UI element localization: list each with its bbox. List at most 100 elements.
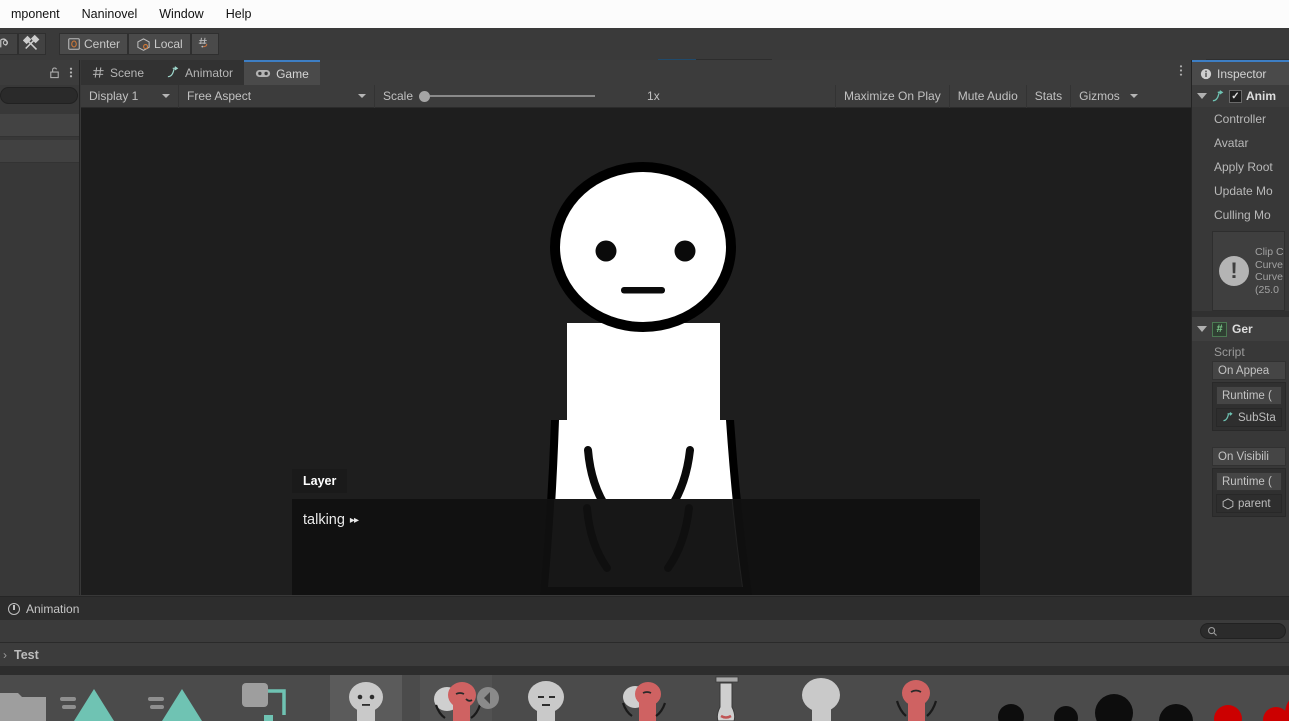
asset-char-red-3[interactable] xyxy=(880,675,952,721)
animation-panel: Animation › Test xyxy=(0,596,1289,667)
chevron-down-icon xyxy=(358,94,366,98)
foldout-triangle-icon[interactable] xyxy=(1197,93,1207,99)
warning-line-3: Curve xyxy=(1255,271,1284,283)
inspector-field-culling-mode[interactable]: Culling Mo xyxy=(1192,203,1289,227)
tab-game[interactable]: Game xyxy=(244,60,320,85)
chevron-down-icon[interactable] xyxy=(1129,94,1138,98)
asset-prefab-2[interactable] xyxy=(148,675,220,721)
maximize-on-play-button[interactable]: Maximize On Play xyxy=(836,84,950,108)
animator-icon xyxy=(1212,89,1224,101)
grid-snap-icon[interactable] xyxy=(190,33,219,55)
inspector-object-header[interactable]: ✓ Anim xyxy=(1192,85,1289,107)
pivot-rotation-button[interactable]: Local xyxy=(128,33,191,55)
scale-slider[interactable] xyxy=(419,90,596,102)
inspector-field-update-mode[interactable]: Update Mo xyxy=(1192,179,1289,203)
asset-char-red-1[interactable] xyxy=(420,675,499,721)
menu-item-window[interactable]: Window xyxy=(148,7,214,21)
event-on-visibility-title[interactable]: On Visibili xyxy=(1212,447,1286,466)
menu-item-help[interactable]: Help xyxy=(215,7,263,21)
more-options-icon[interactable] xyxy=(69,66,73,79)
menu-bar: mponent Naninovel Window Help xyxy=(0,0,1289,28)
chevron-right-icon[interactable]: › xyxy=(3,648,7,662)
hand-tool-icon[interactable] xyxy=(0,33,18,55)
asset-layout[interactable] xyxy=(236,675,308,721)
search-icon xyxy=(1208,626,1217,636)
asset-dot-red-3[interactable] xyxy=(1276,675,1289,721)
asset-char-plain[interactable] xyxy=(330,675,402,721)
scale-slider-knob[interactable] xyxy=(419,90,431,102)
stats-label: Stats xyxy=(1034,89,1063,103)
hierarchy-row-1[interactable] xyxy=(0,114,79,137)
inspector-field-controller[interactable]: Controller xyxy=(1192,107,1289,131)
game-panel-more-options-icon[interactable] xyxy=(1179,64,1183,77)
tab-scene[interactable]: Scene xyxy=(81,60,156,85)
tab-game-label: Game xyxy=(276,66,309,81)
hierarchy-search-input[interactable] xyxy=(0,87,78,104)
event-on-visibility-runtime[interactable]: Runtime ( xyxy=(1216,472,1282,491)
event-on-appear-target[interactable]: SubSta xyxy=(1216,408,1282,427)
fast-forward-icon: ▸▸ xyxy=(349,514,359,526)
pivot-mode-button[interactable]: Center xyxy=(59,33,129,55)
tab-animation[interactable]: Animation xyxy=(0,597,1289,620)
animation-search-input[interactable] xyxy=(1200,623,1286,639)
inspector-script-label: Script xyxy=(1214,345,1245,359)
hierarchy-header xyxy=(0,60,79,85)
info-icon xyxy=(1200,68,1212,79)
asset-strip[interactable] xyxy=(0,666,1289,721)
asset-char-red-2[interactable] xyxy=(605,675,677,721)
mute-audio-button[interactable]: Mute Audio xyxy=(950,84,1027,108)
asset-strip-row xyxy=(0,675,1289,721)
scale-slider-track xyxy=(430,95,596,97)
display-dropdown[interactable]: Display 1 xyxy=(81,84,179,108)
warning-line-1: Clip C xyxy=(1255,246,1284,258)
maximize-on-play-label: Maximize On Play xyxy=(844,89,941,103)
clock-icon xyxy=(8,602,20,615)
scale-slider-group[interactable]: Scale 1x xyxy=(375,84,836,108)
inspector-warning-box: ! Clip C Curve Curve (25.0 xyxy=(1212,231,1285,311)
inspector-panel: Inspector ✓ Anim Controller Avatar Apply… xyxy=(1191,60,1289,595)
event-on-appear-runtime[interactable]: Runtime ( xyxy=(1216,386,1282,405)
asset-char-slim[interactable] xyxy=(690,675,762,721)
aspect-dropdown-label: Free Aspect xyxy=(187,89,252,103)
component-enabled-checkbox[interactable]: ✓ xyxy=(1229,89,1242,103)
animation-test-row[interactable]: › Test xyxy=(0,643,1289,667)
inspector-component-header[interactable]: # Ger xyxy=(1192,317,1289,341)
inspector-object-title: Anim xyxy=(1246,89,1276,103)
inspector-field-apply-root[interactable]: Apply Root xyxy=(1192,155,1289,179)
game-view-toolbar: Display 1 Free Aspect Scale 1x Maximize … xyxy=(81,84,1191,108)
foldout-triangle-icon[interactable] xyxy=(1197,326,1207,332)
tab-animator[interactable]: Animator xyxy=(155,60,245,85)
tools-icon[interactable] xyxy=(18,33,46,55)
event-on-appear-title[interactable]: On Appea xyxy=(1212,361,1286,380)
pivot-rotation-label: Local xyxy=(154,37,183,51)
scale-label: Scale xyxy=(383,89,414,103)
dialogue-box[interactable]: talking ▸▸ xyxy=(292,499,980,595)
stats-button[interactable]: Stats xyxy=(1027,84,1072,108)
aspect-dropdown[interactable]: Free Aspect xyxy=(179,84,375,108)
hierarchy-empty-area[interactable] xyxy=(0,163,79,603)
lock-icon[interactable] xyxy=(48,66,61,79)
tab-animation-label: Animation xyxy=(26,601,80,616)
menu-item-naninovel[interactable]: Naninovel xyxy=(71,7,149,21)
menu-item-component[interactable]: mponent xyxy=(0,7,71,21)
asset-prefab-1[interactable] xyxy=(60,675,132,721)
event-on-visibility-target[interactable]: parent xyxy=(1216,494,1282,513)
hierarchy-row-2[interactable] xyxy=(0,140,79,163)
animator-icon xyxy=(1223,412,1233,422)
asset-char-blank[interactable] xyxy=(785,675,857,721)
mute-audio-label: Mute Audio xyxy=(957,89,1018,103)
dialogue-text-row: talking ▸▸ xyxy=(303,512,359,528)
inspector-field-avatar[interactable]: Avatar xyxy=(1192,131,1289,155)
asset-char-grey-2[interactable] xyxy=(510,675,582,721)
main-toolbar: Center Local xyxy=(0,28,1289,84)
prev-arrow-icon xyxy=(477,687,499,709)
gizmos-button[interactable]: Gizmos xyxy=(1071,85,1146,108)
game-render-area[interactable]: Layer talking ▸▸ LOG AUTO SKIP HIDE Q.SA… xyxy=(81,108,1191,595)
script-icon: # xyxy=(1212,321,1227,337)
event-on-visibility-box: Runtime ( parent xyxy=(1212,468,1286,517)
chevron-down-icon xyxy=(162,94,170,98)
asset-folder[interactable] xyxy=(0,675,60,721)
gizmos-label: Gizmos xyxy=(1079,89,1120,103)
event-on-appear-box: Runtime ( SubSta xyxy=(1212,382,1286,431)
tab-inspector[interactable]: Inspector xyxy=(1192,60,1289,85)
